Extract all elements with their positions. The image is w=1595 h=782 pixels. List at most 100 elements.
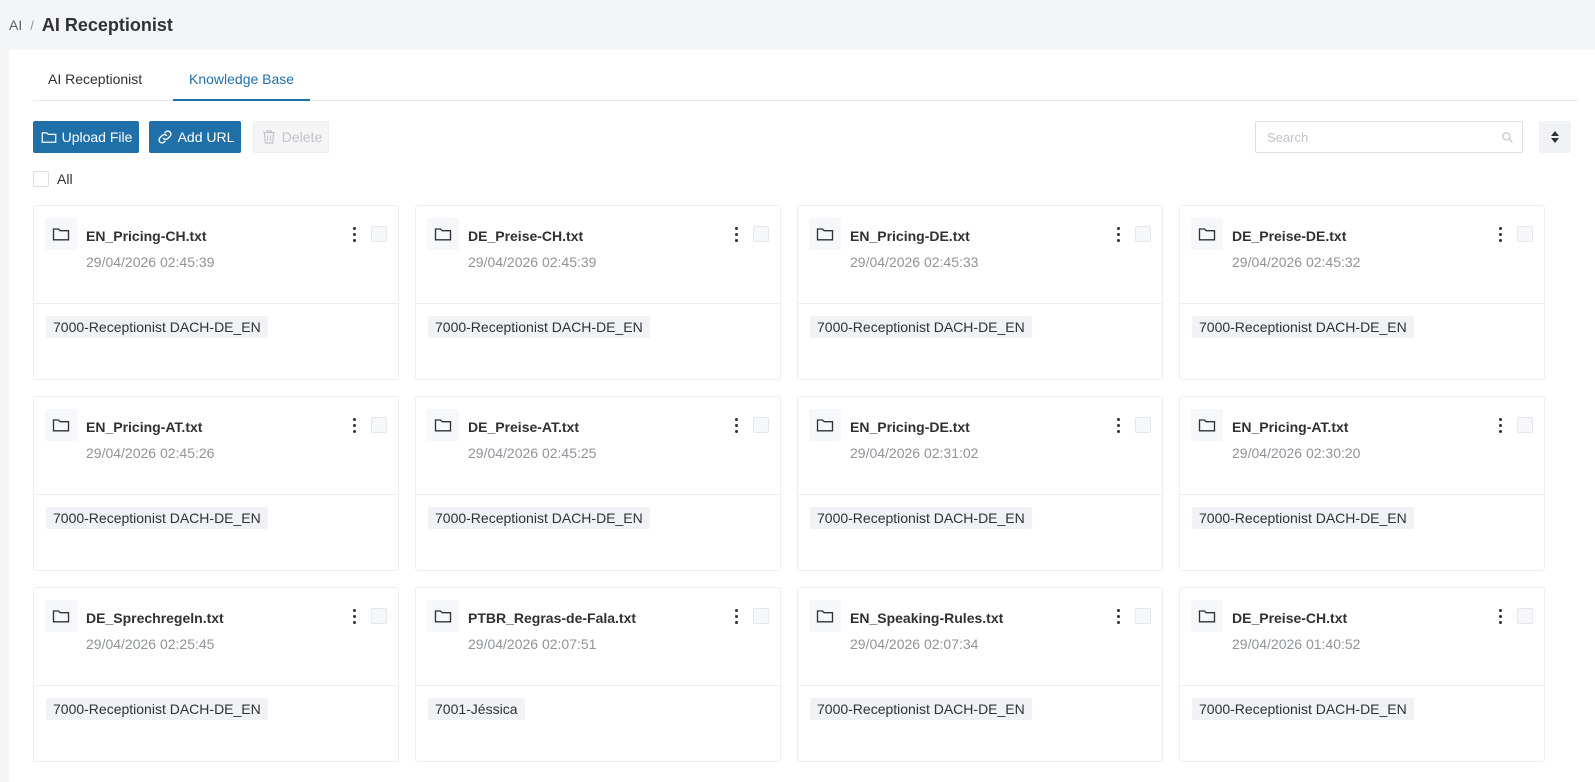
file-name: PTBR_Regras-de-Fala.txt (468, 610, 637, 626)
file-card[interactable]: EN_Pricing-DE.txt 29/04/2026 02:31:02 70… (797, 396, 1163, 571)
file-name: DE_Preise-AT.txt (468, 419, 580, 435)
file-checkbox[interactable] (1517, 226, 1533, 242)
breadcrumb-separator: / (30, 17, 34, 33)
more-options-icon[interactable] (1112, 224, 1124, 244)
file-card[interactable]: EN_Pricing-AT.txt 29/04/2026 02:30:20 70… (1179, 396, 1545, 571)
file-card[interactable]: DE_Preise-DE.txt 29/04/2026 02:45:32 700… (1179, 205, 1545, 380)
file-checkbox[interactable] (1135, 608, 1151, 624)
delete-label: Delete (281, 129, 323, 145)
add-url-button[interactable]: Add URL (149, 121, 241, 153)
more-options-icon[interactable] (1494, 415, 1506, 435)
file-checkbox[interactable] (1517, 608, 1533, 624)
file-name: EN_Pricing-DE.txt (850, 228, 970, 244)
file-date: 29/04/2026 02:45:39 (86, 254, 215, 270)
agent-tag: 7000-Receptionist DACH-DE_EN (810, 698, 1032, 720)
search-icon[interactable] (1492, 131, 1522, 144)
file-checkbox[interactable] (1517, 417, 1533, 433)
tab-ai-receptionist[interactable]: AI Receptionist (33, 50, 173, 101)
select-all-label: All (57, 171, 73, 187)
file-card[interactable]: DE_Sprechregeln.txt 29/04/2026 02:25:45 … (33, 587, 399, 762)
trash-icon (262, 130, 275, 144)
file-card-header: EN_Pricing-DE.txt 29/04/2026 02:45:33 (798, 206, 1162, 304)
folder-icon (45, 600, 77, 632)
more-options-icon[interactable] (348, 224, 360, 244)
file-date: 29/04/2026 02:30:20 (1232, 445, 1361, 461)
file-checkbox[interactable] (753, 226, 769, 242)
file-card-header: DE_Preise-CH.txt 29/04/2026 02:45:39 (416, 206, 780, 304)
more-options-icon[interactable] (730, 224, 742, 244)
file-card-header: PTBR_Regras-de-Fala.txt 29/04/2026 02:07… (416, 588, 780, 686)
file-checkbox[interactable] (371, 226, 387, 242)
file-name: DE_Preise-CH.txt (468, 228, 584, 244)
file-card-header: DE_Preise-DE.txt 29/04/2026 02:45:32 (1180, 206, 1544, 304)
more-options-icon[interactable] (1494, 606, 1506, 626)
folder-icon (427, 218, 459, 250)
breadcrumb: AI / AI Receptionist (0, 0, 1595, 50)
breadcrumb-root[interactable]: AI (9, 17, 22, 33)
file-name: DE_Sprechregeln.txt (86, 610, 224, 626)
folder-icon (1191, 409, 1223, 441)
file-card[interactable]: DE_Preise-CH.txt 29/04/2026 01:40:52 700… (1179, 587, 1545, 762)
file-date: 29/04/2026 02:45:25 (468, 445, 597, 461)
file-card[interactable]: EN_Pricing-AT.txt 29/04/2026 02:45:26 70… (33, 396, 399, 571)
agent-tag: 7000-Receptionist DACH-DE_EN (46, 698, 268, 720)
agent-tag: 7000-Receptionist DACH-DE_EN (810, 316, 1032, 338)
file-grid: EN_Pricing-CH.txt 29/04/2026 02:45:39 70… (33, 205, 1553, 762)
more-options-icon[interactable] (348, 415, 360, 435)
sort-button[interactable] (1539, 121, 1571, 153)
file-card[interactable]: PTBR_Regras-de-Fala.txt 29/04/2026 02:07… (415, 587, 781, 762)
file-date: 29/04/2026 02:45:39 (468, 254, 597, 270)
file-date: 29/04/2026 02:07:51 (468, 636, 597, 652)
file-card[interactable]: DE_Preise-AT.txt 29/04/2026 02:45:25 700… (415, 396, 781, 571)
agent-tag: 7000-Receptionist DACH-DE_EN (46, 316, 268, 338)
file-checkbox[interactable] (753, 417, 769, 433)
agent-tag: 7000-Receptionist DACH-DE_EN (46, 507, 268, 529)
folder-icon (809, 218, 841, 250)
file-card-header: DE_Preise-CH.txt 29/04/2026 01:40:52 (1180, 588, 1544, 686)
more-options-icon[interactable] (730, 415, 742, 435)
select-all-checkbox[interactable] (33, 171, 49, 187)
file-date: 29/04/2026 02:45:33 (850, 254, 979, 270)
more-options-icon[interactable] (1112, 415, 1124, 435)
file-card-header: EN_Pricing-AT.txt 29/04/2026 02:30:20 (1180, 397, 1544, 495)
file-date: 29/04/2026 02:31:02 (850, 445, 979, 461)
file-checkbox[interactable] (371, 608, 387, 624)
file-checkbox[interactable] (1135, 226, 1151, 242)
file-card[interactable]: DE_Preise-CH.txt 29/04/2026 02:45:39 700… (415, 205, 781, 380)
more-options-icon[interactable] (730, 606, 742, 626)
file-card[interactable]: EN_Pricing-CH.txt 29/04/2026 02:45:39 70… (33, 205, 399, 380)
file-checkbox[interactable] (753, 608, 769, 624)
add-url-label: Add URL (177, 129, 235, 145)
folder-icon (45, 409, 77, 441)
folder-icon (427, 409, 459, 441)
page-title: AI Receptionist (41, 14, 173, 35)
toolbar: Upload File Add URL Delete (33, 121, 1578, 155)
tab-knowledge-base[interactable]: Knowledge Base (173, 50, 311, 101)
more-options-icon[interactable] (1494, 224, 1506, 244)
file-card[interactable]: EN_Speaking-Rules.txt 29/04/2026 02:07:3… (797, 587, 1163, 762)
more-options-icon[interactable] (1112, 606, 1124, 626)
file-date: 29/04/2026 01:40:52 (1232, 636, 1361, 652)
upload-file-button[interactable]: Upload File (33, 121, 139, 153)
select-all-row: All (33, 170, 73, 188)
file-name: DE_Preise-CH.txt (1232, 610, 1348, 626)
file-name: DE_Preise-DE.txt (1232, 228, 1347, 244)
folder-icon (1191, 218, 1223, 250)
delete-button[interactable]: Delete (253, 121, 329, 153)
file-name: EN_Pricing-DE.txt (850, 419, 970, 435)
folder-icon (41, 132, 56, 143)
file-card-header: EN_Pricing-DE.txt 29/04/2026 02:31:02 (798, 397, 1162, 495)
file-date: 29/04/2026 02:07:34 (850, 636, 979, 652)
file-card-header: EN_Pricing-CH.txt 29/04/2026 02:45:39 (34, 206, 398, 304)
search-input[interactable] (1256, 123, 1492, 151)
file-checkbox[interactable] (1135, 417, 1151, 433)
link-icon (158, 130, 172, 144)
folder-icon (427, 600, 459, 632)
file-card[interactable]: EN_Pricing-DE.txt 29/04/2026 02:45:33 70… (797, 205, 1163, 380)
file-checkbox[interactable] (371, 417, 387, 433)
more-options-icon[interactable] (348, 606, 360, 626)
file-name: EN_Pricing-CH.txt (86, 228, 207, 244)
folder-icon (809, 409, 841, 441)
main-panel: AI Receptionist Knowledge Base Upload Fi… (9, 50, 1595, 782)
search-box (1255, 121, 1523, 153)
